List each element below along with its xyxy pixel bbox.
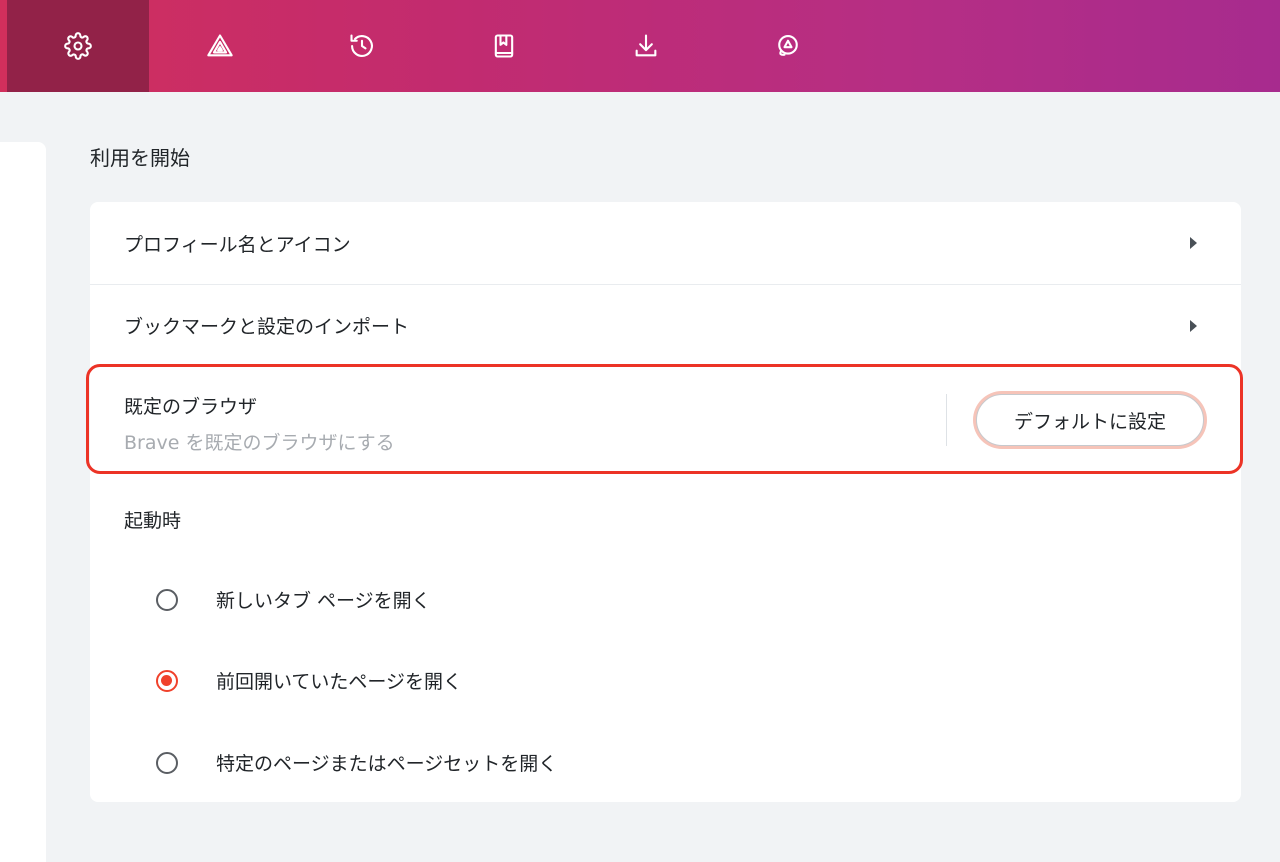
- radio-button-unchecked[interactable]: [156, 751, 178, 774]
- brave-wallet-icon: [778, 35, 798, 56]
- bookmarks-icon: [494, 34, 514, 58]
- nav-downloads-tab[interactable]: [575, 0, 717, 92]
- download-icon: [635, 34, 657, 57]
- profile-name-and-icon-row[interactable]: プロフィール名とアイコン: [90, 202, 1241, 284]
- import-bookmarks-settings-row[interactable]: ブックマークと設定のインポート: [90, 285, 1241, 366]
- nav-rewards-tab[interactable]: [149, 0, 291, 92]
- history-icon: [350, 34, 373, 57]
- startup-option-new-tab[interactable]: 新しいタブ ページを開く: [156, 586, 431, 613]
- brave-rewards-icon: [207, 34, 233, 57]
- set-default-browser-button[interactable]: デフォルトに設定: [976, 394, 1204, 446]
- nav-settings-tab[interactable]: [7, 0, 149, 92]
- startup-option-label: 特定のページまたはページセットを開く: [216, 753, 558, 775]
- nav-wallet-tab[interactable]: [717, 0, 859, 92]
- chevron-right-icon: [1190, 237, 1197, 249]
- startup-option-specific-pages[interactable]: 特定のページまたはページセットを開く: [156, 749, 557, 776]
- startup-option-continue-where-left[interactable]: 前回開いていたページを開く: [156, 667, 462, 694]
- gear-icon: [64, 32, 92, 60]
- nav-history-tab[interactable]: [291, 0, 433, 92]
- default-browser-title: 既定のブラウザ: [124, 396, 258, 418]
- nav-bookmarks-tab[interactable]: [433, 0, 575, 92]
- get-started-card: プロフィール名とアイコン ブックマークと設定のインポート 既定のブラウザ Bra…: [90, 202, 1241, 802]
- profile-name-and-icon-label: プロフィール名とアイコン: [124, 233, 351, 256]
- side-panel: [0, 142, 46, 862]
- import-bookmarks-settings-label: ブックマークと設定のインポート: [124, 316, 410, 338]
- radio-button-checked[interactable]: [156, 669, 178, 692]
- startup-option-label: 新しいタブ ページを開く: [216, 590, 431, 612]
- radio-button-unchecked[interactable]: [156, 588, 178, 611]
- chevron-right-icon: [1190, 319, 1197, 332]
- startup-option-label: 前回開いていたページを開く: [216, 671, 463, 693]
- settings-toolbar: [0, 0, 1280, 92]
- default-browser-description: Brave を既定のブラウザにする: [124, 432, 395, 454]
- vertical-separator: [946, 394, 947, 446]
- section-heading-get-started: 利用を開始: [90, 146, 190, 170]
- on-startup-label: 起動時: [124, 510, 182, 532]
